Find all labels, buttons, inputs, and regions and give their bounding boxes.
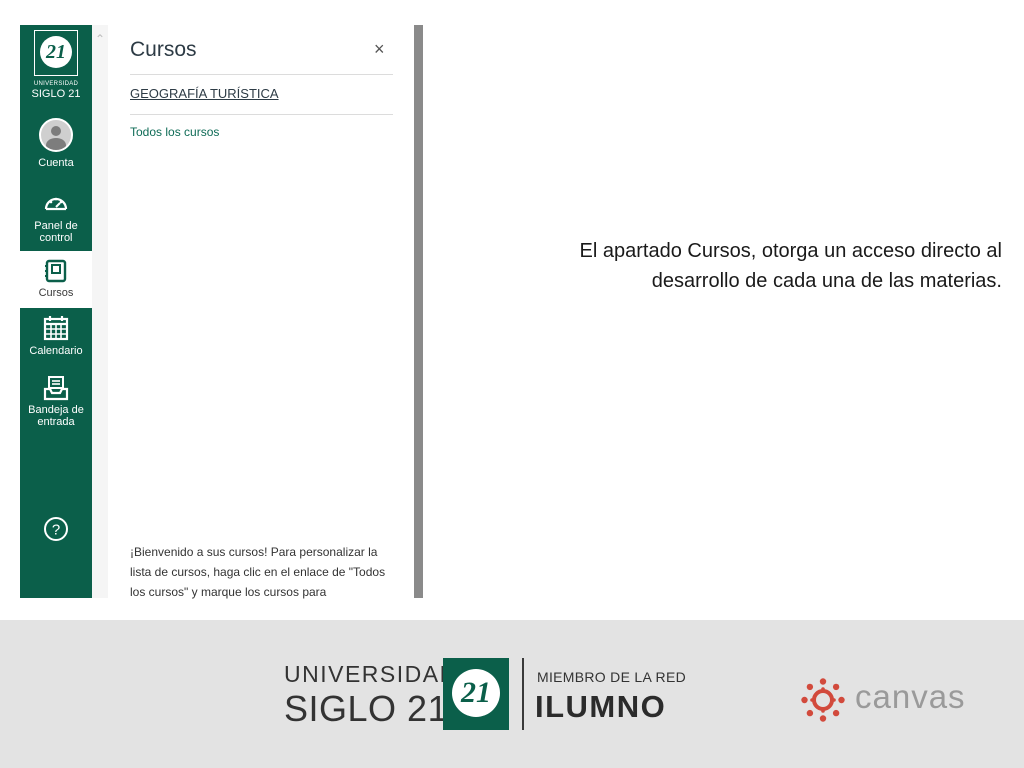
tray-welcome-text: ¡Bienvenido a sus cursos! Para personali… [130,545,386,599]
footer-siglo21: SIGLO 21 [284,688,449,729]
user-avatar-icon [39,118,73,152]
nav-item-dashboard[interactable]: Panel de control [20,185,92,251]
siglo21-rail-logo[interactable]: 21 UNIVERSIDAD SIGLO 21 [20,25,92,110]
canvas-logo-icon [801,678,845,722]
footer-ilumno: ILUMNO [535,689,667,724]
dashboard-gauge-icon [44,197,68,211]
footer-miembro-red: MIEMBRO DE LA RED [537,669,687,685]
nav-item-account[interactable]: Cuenta [20,116,92,174]
tray-scroll-gutter[interactable]: ⌃ [92,25,108,598]
tray-divider [130,114,393,115]
nav-item-label: Cursos [38,287,74,299]
footer-band: UNIVERSIDAD SIGLO 21 21 MIEMBRO DE LA RE… [0,620,1024,768]
siglo21-seal-logo-icon: 21 [443,658,509,730]
nav-item-label: Cuenta [38,157,74,169]
all-courses-link[interactable]: Todos los cursos [130,125,219,139]
tray-close-button[interactable]: × [374,40,385,58]
nav-item-label: Bandeja de entrada [28,404,84,428]
calendar-icon [43,316,69,341]
inbox-icon [43,376,69,401]
siglo21-seal-icon: 21 [34,30,78,76]
courses-tray: ⌃ Cursos × GEOGRAFÍA TURÍSTICA Todos los… [92,25,414,599]
nav-item-help[interactable]: ? [20,512,92,548]
scroll-up-chevron-icon[interactable]: ⌃ [94,33,106,45]
nav-item-label: Calendario [29,345,83,357]
course-link-geografia[interactable]: GEOGRAFÍA TURÍSTICA [130,86,279,101]
caption-line-2: desarrollo de cada una de las materias. [651,270,1002,292]
caption-line-1: El apartado Cursos, otorga un acceso dir… [579,240,1002,262]
tray-title: Cursos [130,38,197,61]
footer-divider [522,658,524,730]
rail-logo-line1: UNIVERSIDAD [33,81,79,87]
tray-scrollbar[interactable] [414,25,423,598]
footer-universidad: UNIVERSIDAD [284,661,458,687]
rail-logo-line2: SIGLO 21 [31,88,81,100]
tray-divider [130,74,393,75]
footer-canvas-wordmark: canvas [855,678,966,715]
nav-item-inbox[interactable]: Bandeja de entrada [20,368,92,438]
help-question-icon: ? [44,517,68,541]
nav-item-label: Panel de control [34,220,78,244]
svg-text:?: ? [52,522,60,539]
slide-caption: El apartado Cursos, otorga un acceso dir… [440,236,1002,296]
nav-item-calendar[interactable]: Calendario [20,308,92,368]
nav-item-courses[interactable]: Cursos [20,251,92,308]
courses-book-icon [45,259,67,283]
global-nav-rail: 21 UNIVERSIDAD SIGLO 21 Cuenta Panel de … [20,25,92,598]
